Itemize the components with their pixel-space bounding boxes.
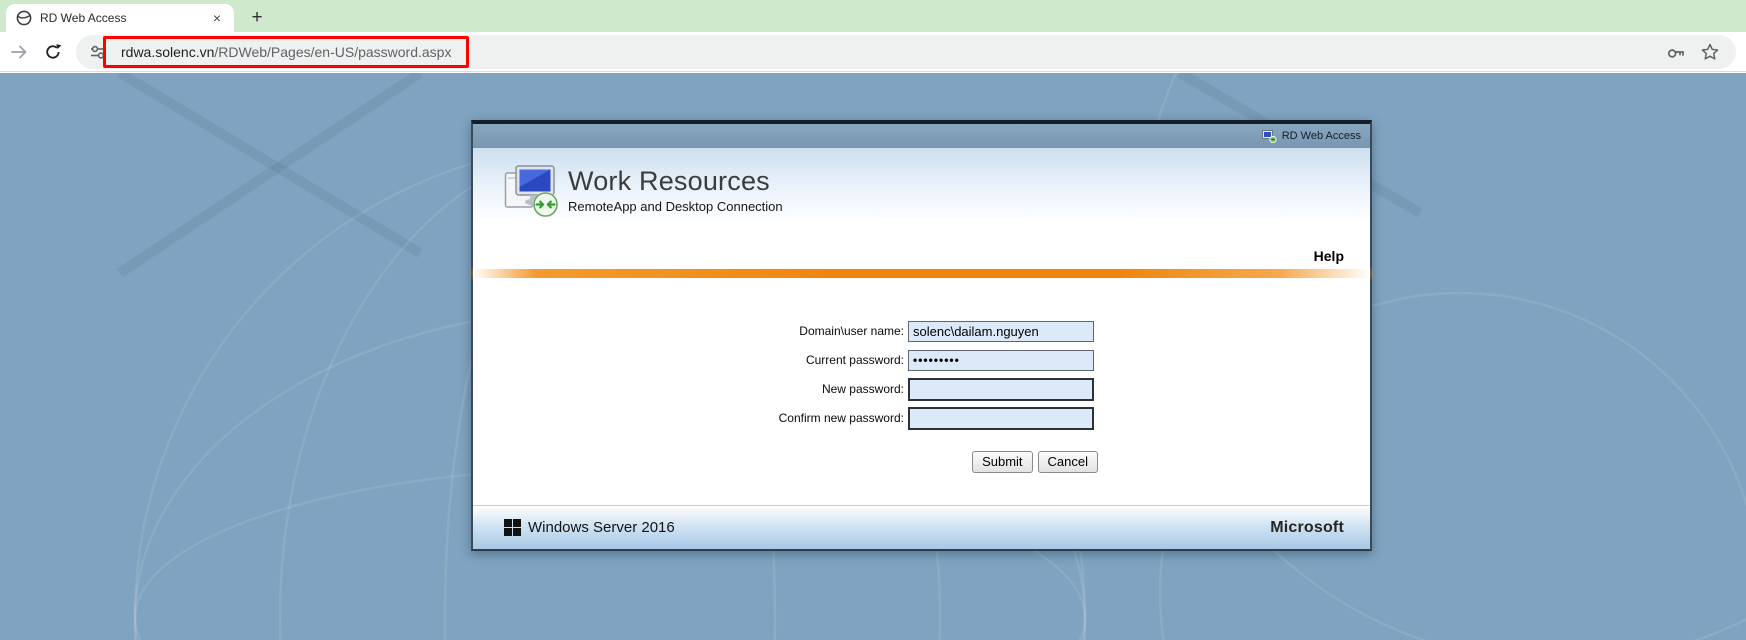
rdweb-window: RD Web Access Work Resou [471, 120, 1372, 551]
confirm-password-label: Confirm new password: [473, 411, 908, 425]
bookmark-star-icon[interactable] [1700, 42, 1720, 62]
browser-tab[interactable]: RD Web Access × [6, 4, 234, 32]
window-titlebar: RD Web Access [473, 124, 1370, 148]
new-tab-button[interactable]: + [244, 5, 270, 31]
current-password-label: Current password: [473, 353, 908, 367]
username-input[interactable] [908, 321, 1094, 342]
os-label: Windows Server 2016 [528, 519, 675, 536]
microsoft-logo: Microsoft [1270, 519, 1344, 537]
orange-divider [473, 269, 1370, 278]
remoteapp-monitor-icon [504, 164, 560, 218]
close-tab-icon[interactable]: × [208, 9, 226, 27]
url-domain: rdwa.solenc.vn [121, 44, 214, 60]
new-password-label: New password: [473, 382, 908, 396]
current-password-input[interactable] [908, 350, 1094, 371]
site-settings-icon[interactable] [89, 43, 107, 61]
window-footer: Windows Server 2016 Microsoft [473, 505, 1370, 549]
username-label: Domain\user name: [473, 324, 908, 338]
cancel-button[interactable]: Cancel [1038, 451, 1098, 473]
page-title: Work Resources [568, 166, 783, 196]
address-bar[interactable]: rdwa.solenc.vn/RDWeb/Pages/en-US/passwor… [76, 35, 1736, 69]
rdweb-mini-icon [1262, 130, 1277, 143]
submit-button[interactable]: Submit [972, 451, 1032, 473]
header: Work Resources RemoteApp and Desktop Con… [473, 148, 1370, 269]
url-path: /RDWeb/Pages/en-US/password.aspx [214, 44, 451, 60]
browser-toolbar: rdwa.solenc.vn/RDWeb/Pages/en-US/passwor… [0, 32, 1746, 72]
help-link[interactable]: Help [1314, 248, 1344, 264]
page-subtitle: RemoteApp and Desktop Connection [568, 199, 783, 214]
globe-favicon-icon [16, 10, 32, 26]
new-password-input[interactable] [908, 378, 1094, 401]
confirm-password-input[interactable] [908, 407, 1094, 430]
password-form: Domain\user name: Current password: New … [473, 278, 1370, 505]
tab-strip: RD Web Access × + [0, 0, 1746, 32]
page-background: RD Web Access Work Resou [0, 73, 1746, 640]
titlebar-label: RD Web Access [1282, 130, 1361, 142]
reload-icon[interactable] [42, 41, 64, 63]
forward-icon[interactable] [8, 41, 30, 63]
tab-title: RD Web Access [40, 11, 208, 25]
windows-logo-icon [504, 519, 521, 536]
url-text[interactable]: rdwa.solenc.vn/RDWeb/Pages/en-US/passwor… [121, 44, 1666, 60]
password-key-icon[interactable] [1666, 42, 1686, 62]
